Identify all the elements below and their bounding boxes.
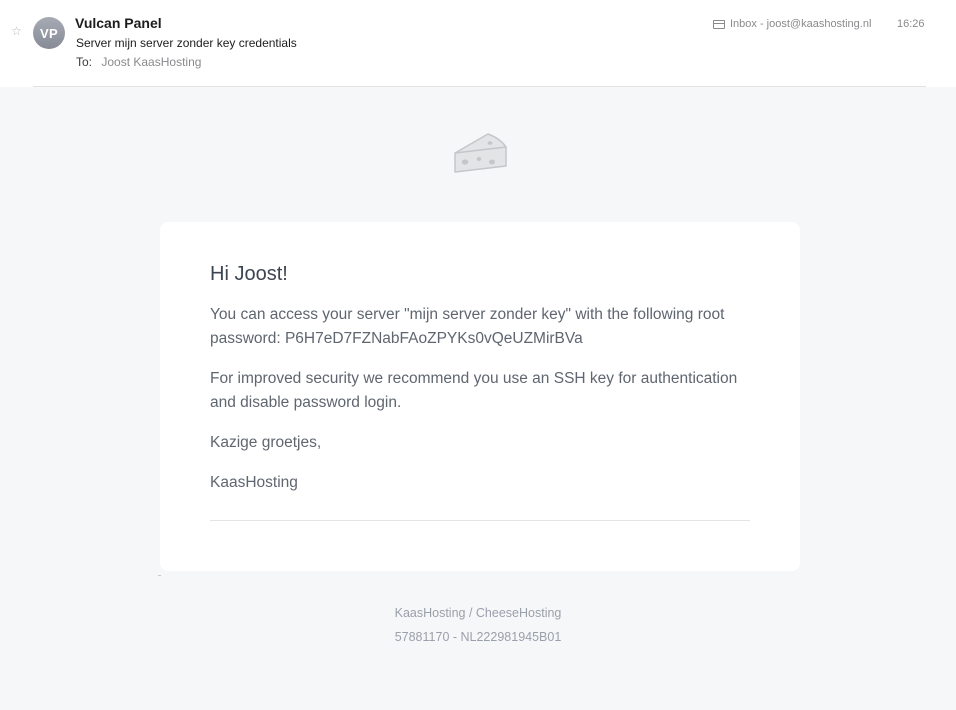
- recipient-row: To: Joost KaasHosting: [76, 55, 201, 69]
- sender-name[interactable]: Vulcan Panel: [75, 15, 162, 31]
- cheese-icon: [454, 133, 507, 173]
- message-body: Hi Joost! You can access your server "mi…: [0, 87, 956, 710]
- footer-company: KaasHosting / CheeseHosting: [394, 606, 562, 620]
- signoff: Kazige groetjes,: [210, 434, 322, 451]
- password-paragraph: You can access your server "mijn server …: [210, 306, 725, 347]
- card-divider: [210, 520, 750, 521]
- greeting: Hi Joost!: [210, 263, 288, 285]
- message-time: 16:26: [897, 18, 925, 30]
- message-header: ☆ VP Vulcan Panel Server mijn server zon…: [0, 0, 956, 87]
- mailbox-name: Inbox - joost@kaashosting.nl: [730, 18, 872, 30]
- avatar: VP: [33, 17, 65, 49]
- email-card: Hi Joost! You can access your server "mi…: [160, 222, 800, 571]
- separator-dot: [158, 575, 161, 576]
- security-paragraph: For improved security we recommend you u…: [210, 370, 738, 411]
- subject: Server mijn server zonder key credential…: [76, 36, 297, 50]
- signature: KaasHosting: [210, 474, 298, 491]
- star-icon[interactable]: ☆: [10, 25, 23, 38]
- mailbox-label[interactable]: Inbox - joost@kaashosting.nl: [713, 18, 871, 30]
- footer-registration: 57881170 - NL222981945B01: [394, 630, 562, 644]
- recipient-name[interactable]: Joost KaasHosting: [101, 55, 201, 69]
- inbox-icon: [713, 19, 725, 29]
- to-label: To:: [76, 55, 93, 69]
